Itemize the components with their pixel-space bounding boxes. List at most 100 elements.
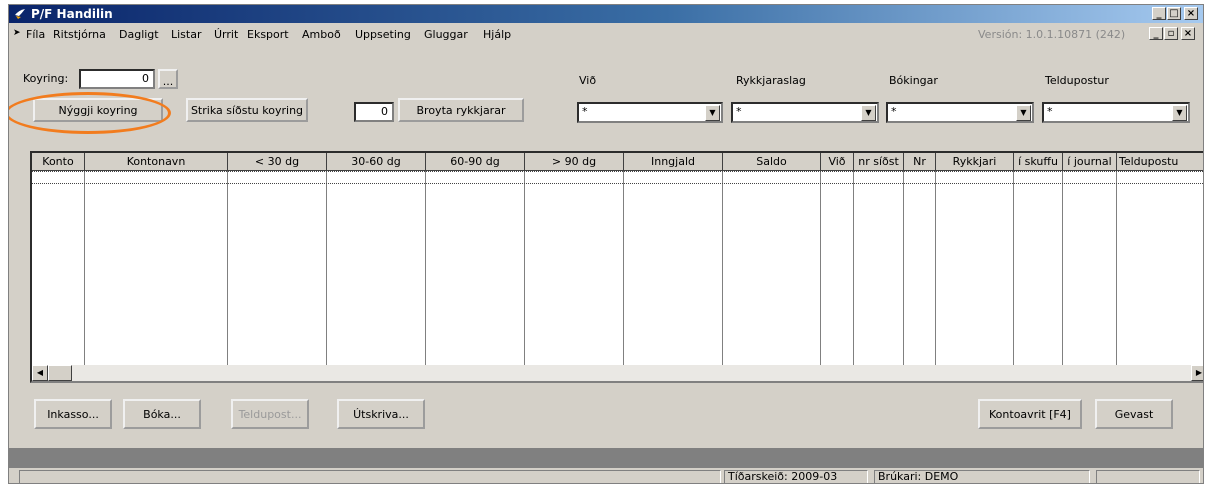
col-header-rykkjari[interactable]: Rykkjari	[936, 153, 1014, 171]
filter-bokingar-select[interactable]: * ▼	[886, 102, 1034, 123]
mdi-close-button[interactable]: ×	[1181, 27, 1195, 40]
version-label: Versión: 1.0.1.10871 (242)	[978, 28, 1126, 41]
title-bar: P/F Handilin _ □ ×	[9, 5, 1203, 23]
mdi-icon[interactable]: ➤	[13, 28, 21, 38]
koyring-label: Koyring:	[23, 72, 69, 85]
col-header-nr[interactable]: Nr	[904, 153, 936, 171]
window-title: P/F Handilin	[31, 7, 113, 21]
menu-gluggar[interactable]: Gluggar	[424, 28, 468, 41]
gevast-button[interactable]: Gevast	[1095, 399, 1173, 429]
koyring-value: 0	[142, 72, 149, 85]
menu-hjalp[interactable]: Hjálp	[483, 28, 511, 41]
change-reminders-button[interactable]: Broyta rykkjarar	[398, 98, 524, 122]
reminder-count-value: 0	[381, 105, 388, 118]
filter-teldupostur-value: *	[1047, 105, 1053, 118]
chevron-down-icon[interactable]: ▼	[1172, 105, 1187, 121]
column-line	[327, 171, 426, 365]
status-panel-extra	[1096, 470, 1200, 483]
filter-label-bokingar: Bókingar	[889, 74, 938, 87]
menu-uppseting[interactable]: Uppseting	[355, 28, 411, 41]
utskriva-label: Útskriva...	[353, 408, 409, 421]
col-header-gt90[interactable]: > 90 dg	[525, 153, 624, 171]
filter-vid-value: *	[582, 105, 588, 118]
filter-bokingar-value: *	[891, 105, 897, 118]
status-period: Tíðarskeið: 2009-03	[724, 470, 868, 483]
koyring-browse-button[interactable]: ...	[158, 69, 178, 89]
menu-urrit[interactable]: Úrrit	[214, 28, 238, 41]
koyring-input[interactable]: 0	[79, 69, 155, 89]
col-header-inngjald[interactable]: Inngjald	[624, 153, 723, 171]
inkasso-button[interactable]: Inkasso...	[34, 399, 112, 429]
table-row[interactable]	[32, 171, 1203, 184]
col-header-lt30[interactable]: < 30 dg	[228, 153, 327, 171]
boka-label: Bóka...	[143, 408, 181, 421]
col-header-nr-sidst[interactable]: nr síðst	[854, 153, 904, 171]
menu-amboo[interactable]: Amboð	[302, 28, 341, 41]
delete-last-run-label: Strika síðstu koyring	[190, 104, 304, 117]
mdi-restore-button[interactable]: ▫	[1164, 27, 1178, 40]
teldupost-button[interactable]: Teldupost...	[231, 399, 309, 429]
menu-ritstjorna[interactable]: Ritstjórna	[53, 28, 106, 41]
horizontal-scrollbar[interactable]: ◀ ▶	[32, 365, 1203, 381]
scroll-left-icon[interactable]: ◀	[32, 365, 48, 381]
kontoavrit-button[interactable]: Kontoavrit [F4]	[978, 399, 1082, 429]
change-reminders-label: Broyta rykkjarar	[416, 104, 506, 117]
maximize-button[interactable]: □	[1167, 7, 1181, 20]
kontoavrit-label: Kontoavrit [F4]	[989, 408, 1071, 421]
column-line	[426, 171, 525, 365]
menu-dagligt[interactable]: Dagligt	[119, 28, 159, 41]
chevron-down-icon[interactable]: ▼	[861, 105, 876, 121]
filter-rykkjaraslag-select[interactable]: * ▼	[731, 102, 879, 123]
column-line	[624, 171, 723, 365]
chevron-down-icon[interactable]: ▼	[705, 105, 720, 121]
col-header-kontonavn[interactable]: Kontonavn	[85, 153, 228, 171]
close-button[interactable]: ×	[1184, 7, 1198, 20]
scroll-thumb[interactable]	[48, 365, 72, 381]
browse-label: ...	[162, 75, 174, 88]
status-user: Brúkari: DEMO	[874, 470, 1090, 483]
column-line	[1063, 171, 1117, 365]
app-bird-icon	[15, 9, 25, 19]
teldupost-label: Teldupost...	[238, 408, 302, 421]
column-line	[904, 171, 936, 365]
col-header-konto[interactable]: Konto	[32, 153, 85, 171]
filter-teldupostur-select[interactable]: * ▼	[1042, 102, 1190, 123]
delete-last-run-button[interactable]: Strika síðstu koyring	[186, 98, 308, 122]
col-header-teldupostur[interactable]: Teldupostu	[1117, 153, 1203, 171]
col-header-saldo[interactable]: Saldo	[723, 153, 821, 171]
column-line	[936, 171, 1014, 365]
accounts-table[interactable]: Konto Kontonavn < 30 dg 30-60 dg 60-90 d…	[30, 151, 1203, 383]
col-header-60-90[interactable]: 60-90 dg	[426, 153, 525, 171]
status-panel-main	[19, 470, 721, 483]
col-header-i-skuffu[interactable]: í skuffu	[1014, 153, 1063, 171]
column-line	[821, 171, 854, 365]
column-line	[525, 171, 624, 365]
column-line	[32, 171, 85, 365]
scroll-right-icon[interactable]: ▶	[1191, 365, 1203, 381]
column-line	[228, 171, 327, 365]
column-line	[1014, 171, 1063, 365]
menu-listar[interactable]: Listar	[171, 28, 202, 41]
column-line	[723, 171, 821, 365]
highlight-annotation	[9, 92, 171, 134]
menu-fila[interactable]: Fíla	[26, 28, 45, 41]
utskriva-button[interactable]: Útskriva...	[337, 399, 425, 429]
inkasso-label: Inkasso...	[47, 408, 99, 421]
menu-eksport[interactable]: Eksport	[247, 28, 289, 41]
col-header-30-60[interactable]: 30-60 dg	[327, 153, 426, 171]
chevron-down-icon[interactable]: ▼	[1016, 105, 1031, 121]
column-line	[85, 171, 228, 365]
boka-button[interactable]: Bóka...	[123, 399, 201, 429]
status-bar: Tíðarskeið: 2009-03 Brúkari: DEMO	[9, 470, 1203, 483]
minimize-button[interactable]: _	[1152, 7, 1166, 20]
filter-vid-select[interactable]: * ▼	[577, 102, 723, 123]
app-window: P/F Handilin _ □ × ➤ Fíla Ritstjórna Dag…	[8, 4, 1204, 484]
reminder-count-input[interactable]: 0	[354, 102, 394, 122]
filter-label-vid: Við	[579, 74, 597, 87]
col-header-i-journal[interactable]: í journal	[1063, 153, 1117, 171]
filter-label-teldupostur: Teldupostur	[1045, 74, 1109, 87]
col-header-vid[interactable]: Við	[821, 153, 854, 171]
filter-label-rykkjaraslag: Rykkjaraslag	[736, 74, 806, 87]
filter-rykkjaraslag-value: *	[736, 105, 742, 118]
mdi-minimize-button[interactable]: _	[1149, 27, 1163, 40]
